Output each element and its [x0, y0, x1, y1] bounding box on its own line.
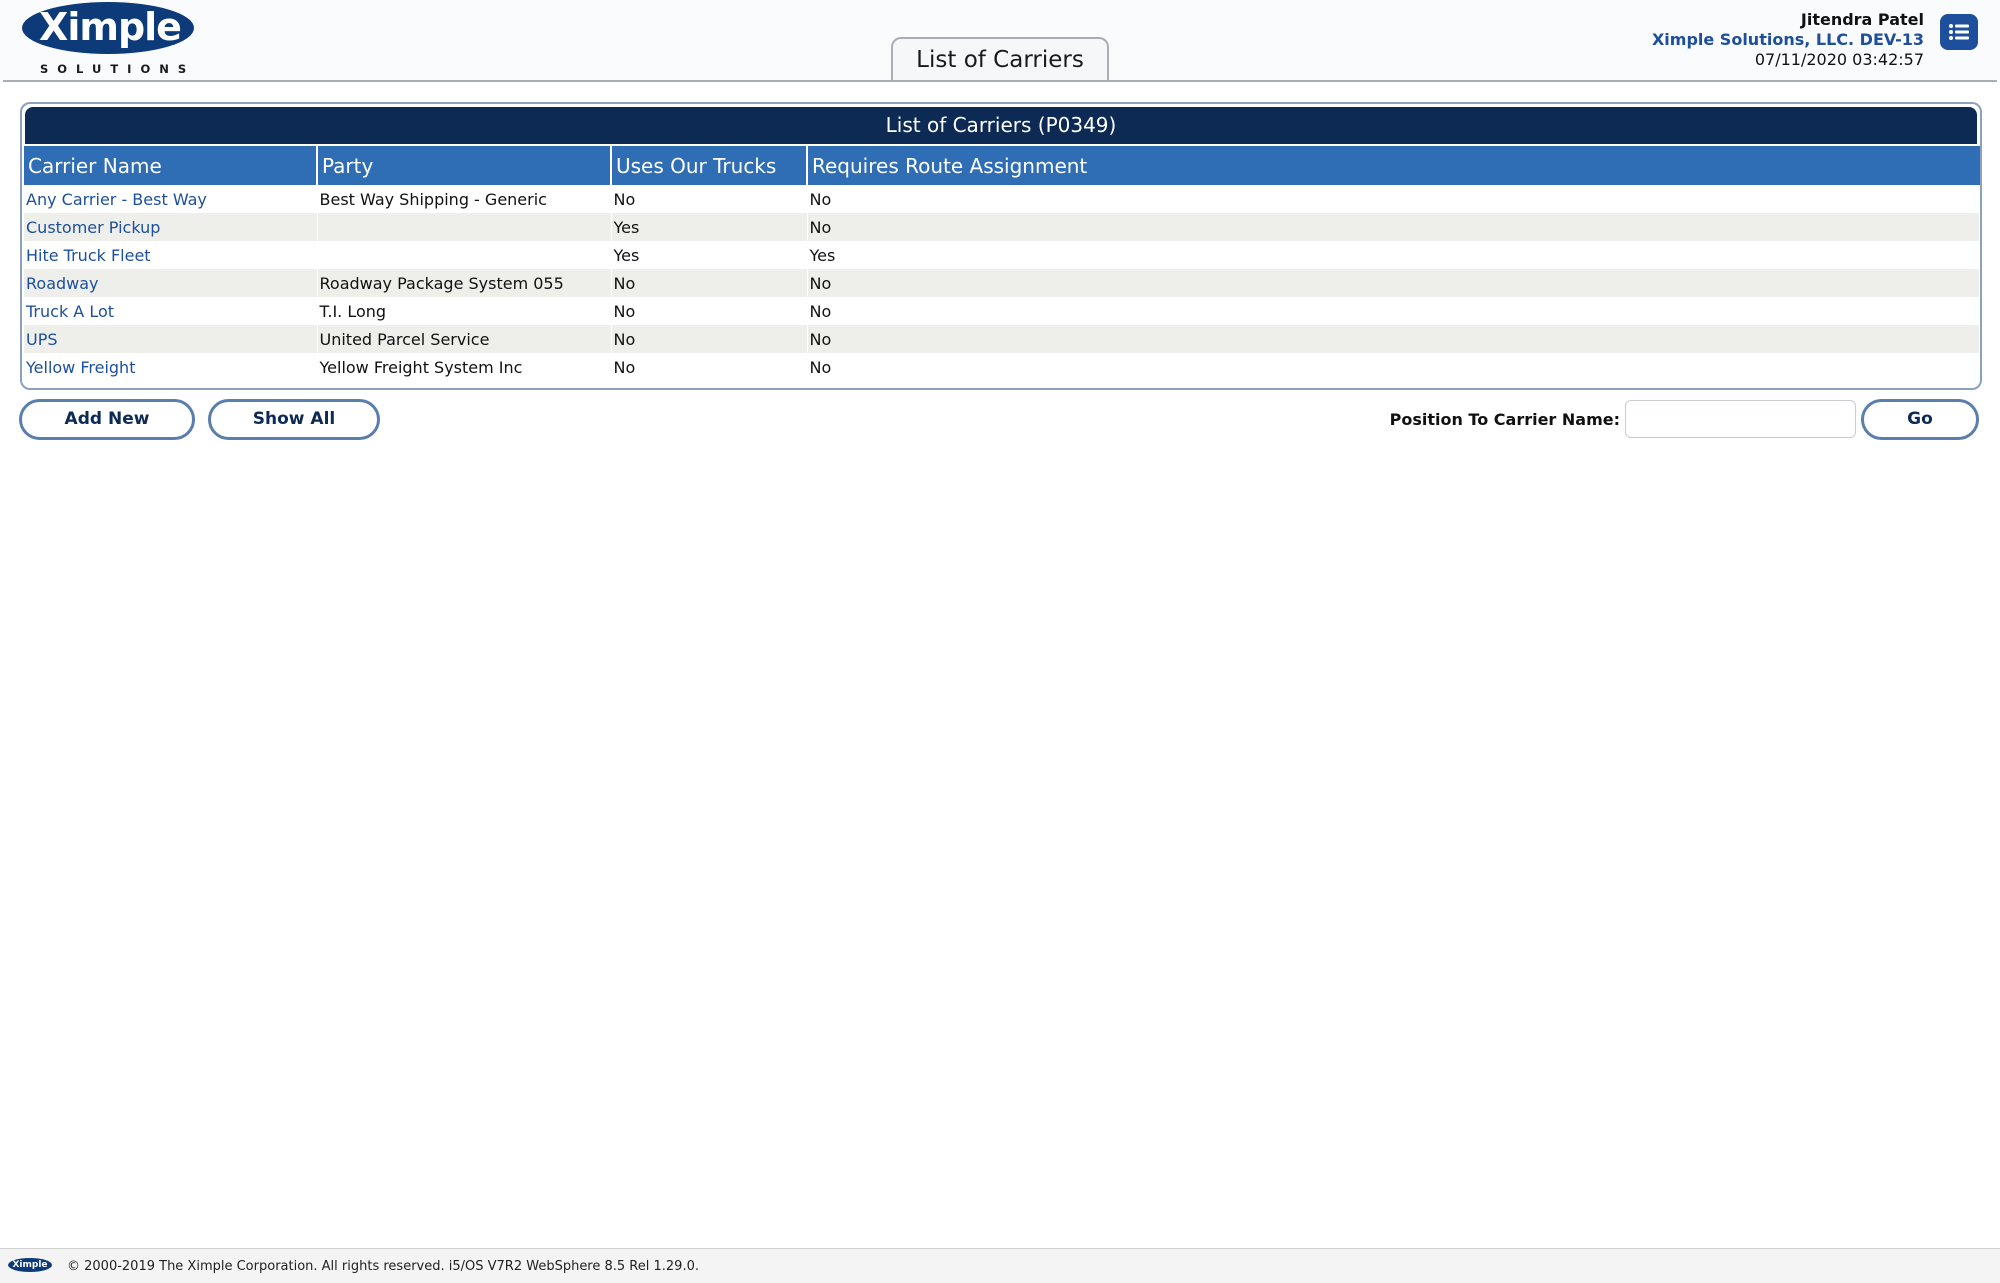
table-row[interactable]: Yellow Freight Yellow Freight System Inc…: [24, 353, 1980, 381]
requires-route-cell: No: [807, 353, 1980, 381]
header-divider: [3, 80, 1997, 82]
carrier-name-link[interactable]: UPS: [24, 325, 318, 353]
position-to-carrier-label: Position To Carrier Name:: [1389, 410, 1620, 429]
uses-our-trucks-cell: No: [611, 325, 808, 353]
column-header-uses-our-trucks[interactable]: Uses Our Trucks: [611, 146, 808, 185]
user-info: Jitendra Patel Ximple Solutions, LLC. DE…: [1652, 10, 1924, 70]
table-row[interactable]: UPS United Parcel Service No No: [24, 325, 1980, 353]
requires-route-cell: No: [807, 269, 1980, 297]
carrier-name-link[interactable]: Hite Truck Fleet: [24, 241, 318, 269]
app-footer: Ximple © 2000-2019 The Ximple Corporatio…: [0, 1248, 2000, 1283]
uses-our-trucks-cell: No: [611, 297, 808, 325]
table-row[interactable]: Hite Truck Fleet Yes Yes: [24, 241, 1980, 269]
tab-list-of-carriers[interactable]: List of Carriers: [891, 37, 1109, 82]
footer-logo: Ximple: [8, 1258, 52, 1272]
party-cell: United Parcel Service: [317, 325, 612, 353]
carrier-name-link[interactable]: Yellow Freight: [24, 353, 318, 381]
user-name: Jitendra Patel: [1800, 10, 1924, 29]
carrier-name-link[interactable]: Customer Pickup: [24, 213, 318, 241]
uses-our-trucks-cell: Yes: [611, 241, 808, 269]
requires-route-cell: Yes: [807, 241, 1980, 269]
table-row[interactable]: Customer Pickup Yes No: [24, 213, 1980, 241]
show-all-button[interactable]: Show All: [208, 399, 380, 440]
carriers-panel: List of Carriers (P0349) Carrier Name Pa…: [20, 102, 1982, 390]
party-cell: [317, 241, 612, 269]
ximple-logo[interactable]: Ximple SOLUTIONS: [22, 2, 200, 78]
add-new-button[interactable]: Add New: [19, 399, 195, 440]
uses-our-trucks-cell: No: [611, 185, 808, 213]
table-row[interactable]: Any Carrier - Best Way Best Way Shipping…: [24, 185, 1980, 213]
party-cell: Best Way Shipping - Generic: [317, 185, 612, 213]
column-header-party[interactable]: Party: [317, 146, 612, 185]
uses-our-trucks-cell: No: [611, 269, 808, 297]
table-row[interactable]: Truck A Lot T.I. Long No No: [24, 297, 1980, 325]
logo-subtext: SOLUTIONS: [40, 62, 196, 76]
app-header: Ximple SOLUTIONS List of Carriers Jitend…: [0, 0, 2000, 82]
requires-route-cell: No: [807, 297, 1980, 325]
uses-our-trucks-cell: No: [611, 353, 808, 381]
carrier-name-link[interactable]: Truck A Lot: [24, 297, 318, 325]
table-row[interactable]: Roadway Roadway Package System 055 No No: [24, 269, 1980, 297]
carriers-table: Carrier Name Party Uses Our Trucks Requi…: [24, 146, 1980, 381]
requires-route-cell: No: [807, 325, 1980, 353]
copyright-text: © 2000-2019 The Ximple Corporation. All …: [67, 1259, 699, 1274]
requires-route-cell: No: [807, 185, 1980, 213]
position-to-carrier-input[interactable]: [1625, 400, 1856, 438]
go-button[interactable]: Go: [1861, 399, 1979, 440]
uses-our-trucks-cell: Yes: [611, 213, 808, 241]
menu-button[interactable]: [1940, 14, 1978, 50]
column-header-carrier-name[interactable]: Carrier Name: [24, 146, 318, 185]
party-cell: [317, 213, 612, 241]
carrier-name-link[interactable]: Roadway: [24, 269, 318, 297]
company-name[interactable]: Ximple Solutions, LLC. DEV-13: [1652, 30, 1924, 50]
party-cell: Yellow Freight System Inc: [317, 353, 612, 381]
carrier-name-link[interactable]: Any Carrier - Best Way: [24, 185, 318, 213]
list-menu-icon: [1949, 24, 1969, 40]
panel-title: List of Carriers (P0349): [25, 107, 1977, 144]
party-cell: T.I. Long: [317, 297, 612, 325]
session-datetime: 07/11/2020 03:42:57: [1754, 50, 1924, 69]
column-header-requires-route-assignment[interactable]: Requires Route Assignment: [807, 146, 1980, 185]
party-cell: Roadway Package System 055: [317, 269, 612, 297]
logo-text: Ximple: [39, 5, 182, 49]
requires-route-cell: No: [807, 213, 1980, 241]
table-header-row: Carrier Name Party Uses Our Trucks Requi…: [24, 146, 1980, 185]
